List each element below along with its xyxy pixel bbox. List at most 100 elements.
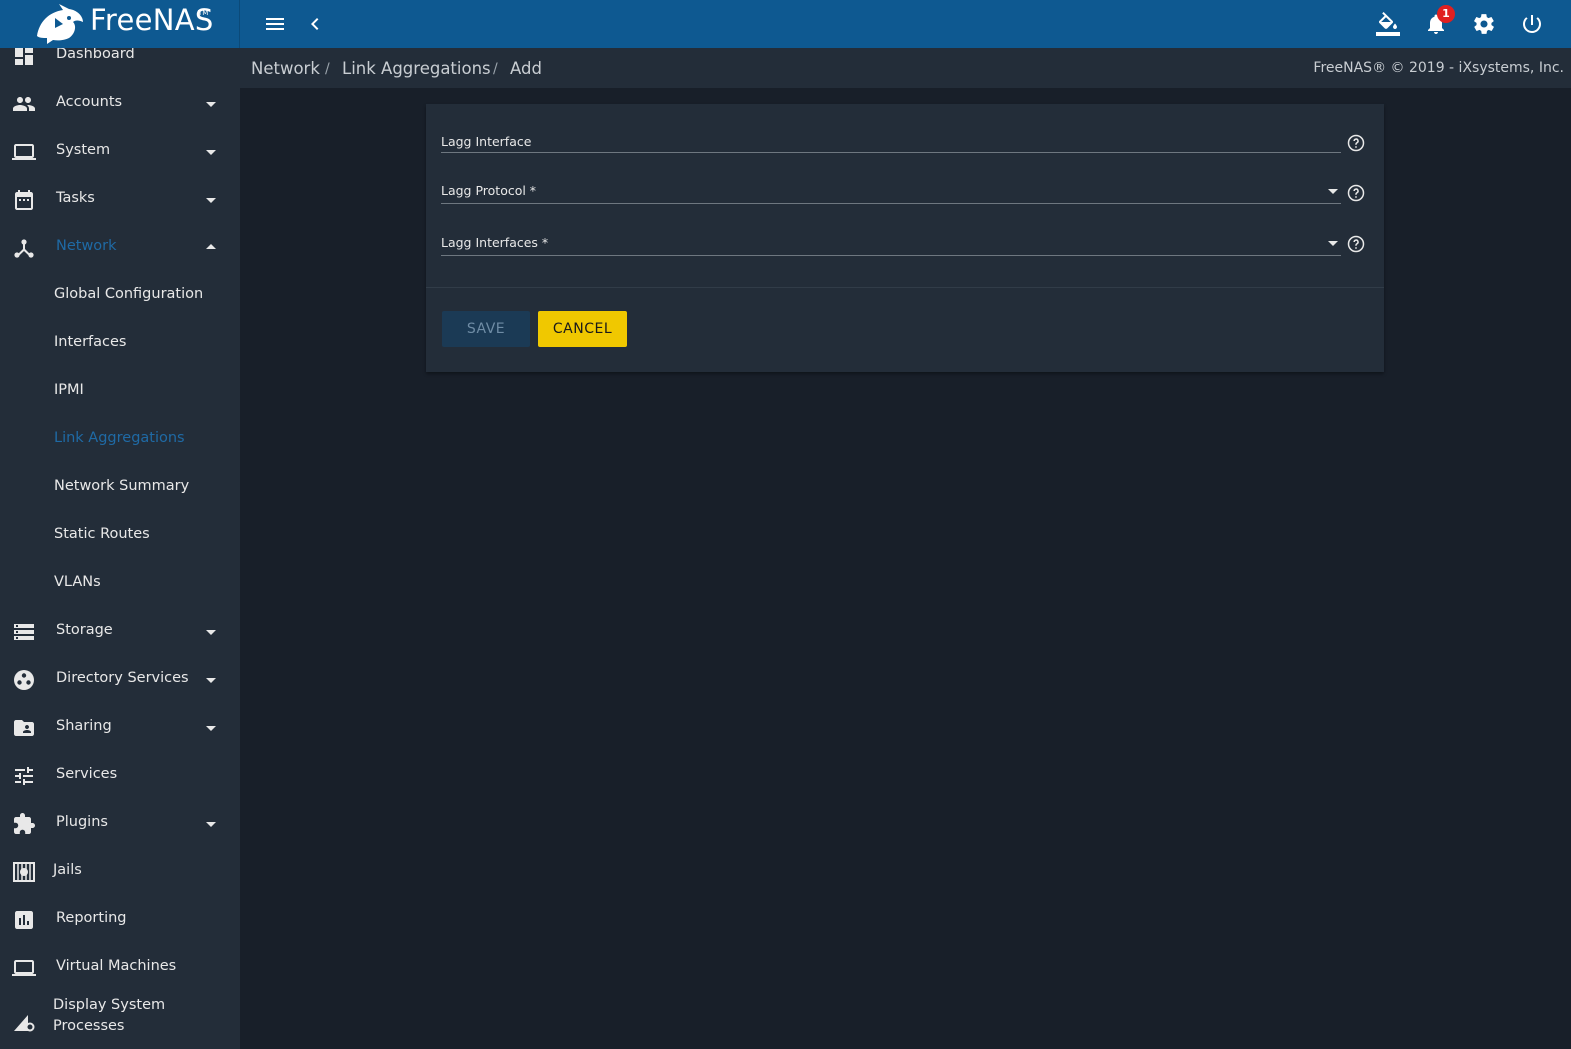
breadcrumb-network[interactable]: Network bbox=[251, 59, 320, 78]
sidebar-subitem-vlans[interactable]: VLANs bbox=[0, 560, 240, 608]
sidebar-subitem-label: Global Configuration bbox=[54, 286, 204, 302]
caret-down-icon bbox=[206, 150, 216, 155]
sidebar-item-services[interactable]: Services bbox=[0, 752, 240, 800]
sidebar-item-label: Storage bbox=[56, 622, 113, 638]
notification-count-badge: 1 bbox=[1437, 5, 1455, 23]
dashboard-icon bbox=[15, 48, 33, 65]
caret-down-icon bbox=[206, 198, 216, 203]
sidebar-item-plugins[interactable]: Plugins bbox=[0, 800, 240, 848]
sidebar-item-label: Virtual Machines bbox=[56, 958, 177, 974]
shared-folder-icon bbox=[14, 720, 34, 736]
chevron-left-icon[interactable] bbox=[303, 12, 327, 36]
sidebar: Dashboard Accounts System Tasks Network … bbox=[0, 48, 240, 1049]
lagg-interface-underline bbox=[441, 152, 1341, 153]
calendar-icon bbox=[15, 190, 33, 210]
sidebar-item-label: Sharing bbox=[56, 718, 112, 734]
sidebar-item-sharing[interactable]: Sharing bbox=[0, 704, 240, 752]
caret-down-icon bbox=[206, 678, 216, 683]
lagg-interface-field[interactable]: Lagg Interface bbox=[441, 130, 1341, 170]
help-icon[interactable] bbox=[1347, 235, 1365, 253]
help-icon[interactable] bbox=[1347, 184, 1365, 202]
theme-paint-icon[interactable] bbox=[1376, 12, 1400, 36]
sidebar-subitem-link-aggregations[interactable]: Link Aggregations bbox=[0, 416, 240, 464]
people-icon bbox=[13, 97, 35, 111]
freenas-shark-logo-icon bbox=[37, 4, 83, 44]
lagg-interfaces-underline bbox=[441, 255, 1341, 256]
breadcrumb-link-aggregations[interactable]: Link Aggregations bbox=[342, 59, 491, 78]
lagg-protocol-label: Lagg Protocol * bbox=[441, 183, 537, 198]
chart-icon bbox=[15, 911, 33, 929]
sidebar-subitem-label: Interfaces bbox=[54, 334, 127, 350]
processes-icon bbox=[14, 1015, 35, 1032]
lagg-interface-label: Lagg Interface bbox=[441, 134, 532, 149]
breadcrumb: Network / Link Aggregations / Add FreeNA… bbox=[240, 48, 1571, 88]
sidebar-subitem-label: IPMI bbox=[54, 382, 84, 398]
help-icon[interactable] bbox=[1347, 134, 1365, 152]
sidebar-subitem-label: Link Aggregations bbox=[54, 430, 185, 446]
sidebar-subitem-network-summary[interactable]: Network Summary bbox=[0, 464, 240, 512]
sidebar-subitem-global-configuration[interactable]: Global Configuration bbox=[0, 272, 240, 320]
sidebar-item-directory-services[interactable]: Directory Services bbox=[0, 656, 240, 704]
network-icon bbox=[14, 239, 34, 258]
tune-icon bbox=[15, 767, 33, 785]
breadcrumb-separator: / bbox=[493, 61, 498, 77]
sidebar-item-label: Reporting bbox=[56, 910, 127, 926]
laptop-icon bbox=[12, 144, 36, 160]
menu-icon[interactable] bbox=[263, 12, 287, 36]
sidebar-item-system[interactable]: System bbox=[0, 128, 240, 176]
sidebar-item-label: Services bbox=[56, 766, 118, 782]
sidebar-item-label: Jails bbox=[53, 862, 82, 878]
caret-up-icon bbox=[206, 244, 216, 249]
sidebar-subitem-label: Network Summary bbox=[54, 478, 190, 494]
sidebar-item-network[interactable]: Network bbox=[0, 224, 240, 272]
sidebar-item-virtual-machines[interactable]: Virtual Machines bbox=[0, 944, 240, 992]
breadcrumb-separator: / bbox=[325, 61, 330, 77]
storage-icon bbox=[14, 624, 34, 640]
sidebar-item-tasks[interactable]: Tasks bbox=[0, 176, 240, 224]
lagg-protocol-select[interactable]: Lagg Protocol * bbox=[441, 179, 1341, 219]
sidebar-item-label: Accounts bbox=[56, 94, 123, 110]
sidebar-subitem-static-routes[interactable]: Static Routes bbox=[0, 512, 240, 560]
sidebar-item-reporting[interactable]: Reporting bbox=[0, 896, 240, 944]
laptop-icon bbox=[12, 960, 36, 976]
sidebar-item-label: Tasks bbox=[56, 190, 95, 206]
sidebar-item-label: Dashboard bbox=[56, 48, 135, 62]
save-button[interactable]: SAVE bbox=[442, 311, 530, 347]
sidebar-item-jails[interactable]: Jails bbox=[0, 848, 240, 896]
logo-text: FreeNAS bbox=[90, 3, 214, 37]
sidebar-item-display-system-processes[interactable]: Display System Processes bbox=[0, 992, 240, 1049]
caret-down-icon bbox=[206, 102, 216, 107]
lagg-protocol-underline bbox=[441, 203, 1341, 204]
lagg-interfaces-label: Lagg Interfaces * bbox=[441, 235, 549, 250]
caret-down-icon bbox=[206, 630, 216, 635]
directory-icon bbox=[14, 670, 34, 690]
lagg-form-card: Lagg Interface Lagg Protocol * Lagg Inte… bbox=[426, 104, 1384, 372]
sidebar-item-label: Display System Processes bbox=[53, 997, 166, 1034]
puzzle-icon bbox=[14, 813, 35, 834]
sidebar-subitem-label: Static Routes bbox=[54, 526, 150, 542]
sidebar-item-accounts[interactable]: Accounts bbox=[0, 80, 240, 128]
copyright-text: FreeNAS® © 2019 - iXsystems, Inc. bbox=[1313, 60, 1564, 76]
sidebar-item-dashboard[interactable]: Dashboard bbox=[0, 48, 240, 80]
sidebar-subitem-interfaces[interactable]: Interfaces bbox=[0, 320, 240, 368]
sidebar-item-label: System bbox=[56, 142, 111, 158]
breadcrumb-add: Add bbox=[510, 59, 542, 78]
top-bar: FreeNAS TM 1 bbox=[0, 0, 1571, 48]
sidebar-subitem-ipmi[interactable]: IPMI bbox=[0, 368, 240, 416]
sidebar-item-storage[interactable]: Storage bbox=[0, 608, 240, 656]
sidebar-item-label: Plugins bbox=[56, 814, 108, 830]
caret-down-icon bbox=[206, 726, 216, 731]
dropdown-arrow-icon bbox=[1328, 241, 1338, 246]
form-divider bbox=[426, 287, 1384, 288]
lagg-interfaces-select[interactable]: Lagg Interfaces * bbox=[441, 231, 1341, 271]
sidebar-subitem-label: VLANs bbox=[54, 574, 101, 590]
sidebar-item-label: Network bbox=[56, 238, 117, 254]
power-icon[interactable] bbox=[1520, 12, 1544, 36]
cancel-button[interactable]: CANCEL bbox=[538, 311, 627, 347]
jail-icon bbox=[13, 862, 35, 882]
sidebar-item-label: Directory Services bbox=[56, 670, 189, 686]
caret-down-icon bbox=[206, 822, 216, 827]
logo[interactable]: FreeNAS TM bbox=[0, 0, 240, 48]
dropdown-arrow-icon bbox=[1328, 189, 1338, 194]
settings-gear-icon[interactable] bbox=[1472, 12, 1496, 36]
